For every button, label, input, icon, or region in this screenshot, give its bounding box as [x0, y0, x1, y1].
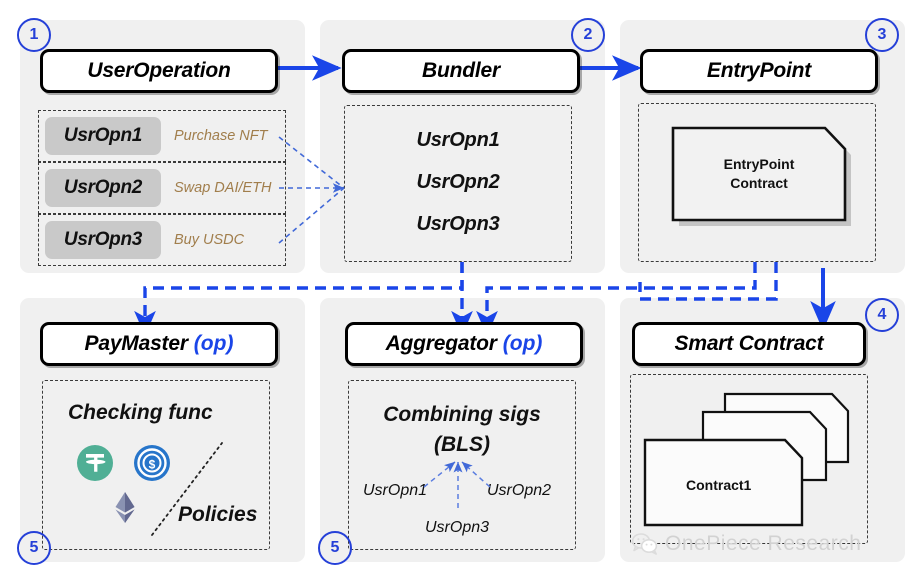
userop-desc-1: Purchase NFT	[174, 128, 268, 144]
bundler-item-1: UsrOpn1	[416, 129, 500, 151]
entrypoint-contract-label: EntryPoint Contract	[673, 128, 845, 220]
smartcontract-title-text: Smart Contract	[674, 332, 824, 355]
paymaster-title-box[interactable]: PayMaster (op)	[40, 322, 278, 366]
userop-desc-2: Swap DAI/ETH	[174, 180, 272, 196]
smartcontract-title-box[interactable]: Smart Contract	[632, 322, 866, 366]
smartcontract-contract-label: Contract1	[686, 477, 752, 493]
aggregator-inner-box: Combining sigs (BLS) UsrOpn1 UsrOpn2 Usr…	[348, 380, 576, 550]
aggregator-sig-2: UsrOpn2	[487, 482, 552, 499]
aggregator-title-text: Aggregator	[385, 332, 497, 355]
aggregator-sig-1: UsrOpn1	[363, 482, 428, 499]
smartcontract-inner-box	[630, 374, 868, 544]
paymaster-title-text: PayMaster	[84, 332, 188, 355]
userop-title-text: UserOperation	[87, 59, 231, 82]
userop-title-box[interactable]: UserOperation	[40, 49, 278, 93]
entrypoint-title-box[interactable]: EntryPoint	[640, 49, 878, 93]
bundler-list-box: UsrOpn1 UsrOpn2 UsrOpn3	[344, 105, 572, 262]
userop-row-2[interactable]: UsrOpn2 Swap DAI/ETH	[38, 162, 286, 214]
paymaster-checking-label: Checking func	[68, 401, 213, 424]
badge-step-2: 2	[571, 18, 605, 52]
aggregator-title-box[interactable]: Aggregator (op)	[345, 322, 583, 366]
bundler-item-3: UsrOpn3	[416, 213, 500, 235]
paymaster-title-suffix: (op)	[193, 332, 234, 355]
aggregator-title-suffix: (op)	[502, 332, 543, 355]
badge-step-1: 1	[17, 18, 51, 52]
paymaster-policies-label: Policies	[178, 503, 258, 526]
aggregator-combining-line1: Combining sigs	[383, 403, 541, 426]
userop-desc-3: Buy USDC	[174, 232, 245, 248]
diagram-canvas: UserOperation UsrOpn1 Purchase NFT UsrOp…	[0, 0, 922, 586]
badge-step-5-paymaster: 5	[17, 531, 51, 565]
badge-step-4: 4	[865, 298, 899, 332]
userop-chip-2: UsrOpn2	[45, 169, 161, 207]
userop-chip-3: UsrOpn3	[45, 221, 161, 259]
bundler-item-2: UsrOpn2	[416, 171, 500, 193]
aggregator-sig-3: UsrOpn3	[425, 519, 490, 536]
entrypoint-contract-line1: EntryPoint	[723, 156, 795, 173]
entrypoint-contract-line2: Contract	[730, 175, 788, 191]
userop-row-1[interactable]: UsrOpn1 Purchase NFT	[38, 110, 286, 162]
userop-chip-1: UsrOpn1	[45, 117, 161, 155]
bundler-title-text: Bundler	[422, 59, 500, 82]
badge-step-5-aggregator: 5	[318, 531, 352, 565]
userop-row-3[interactable]: UsrOpn3 Buy USDC	[38, 214, 286, 266]
badge-step-3: 3	[865, 18, 899, 52]
aggregator-combining-line2: (BLS)	[434, 433, 490, 456]
entrypoint-title-text: EntryPoint	[706, 59, 812, 82]
bundler-title-box[interactable]: Bundler	[342, 49, 580, 93]
